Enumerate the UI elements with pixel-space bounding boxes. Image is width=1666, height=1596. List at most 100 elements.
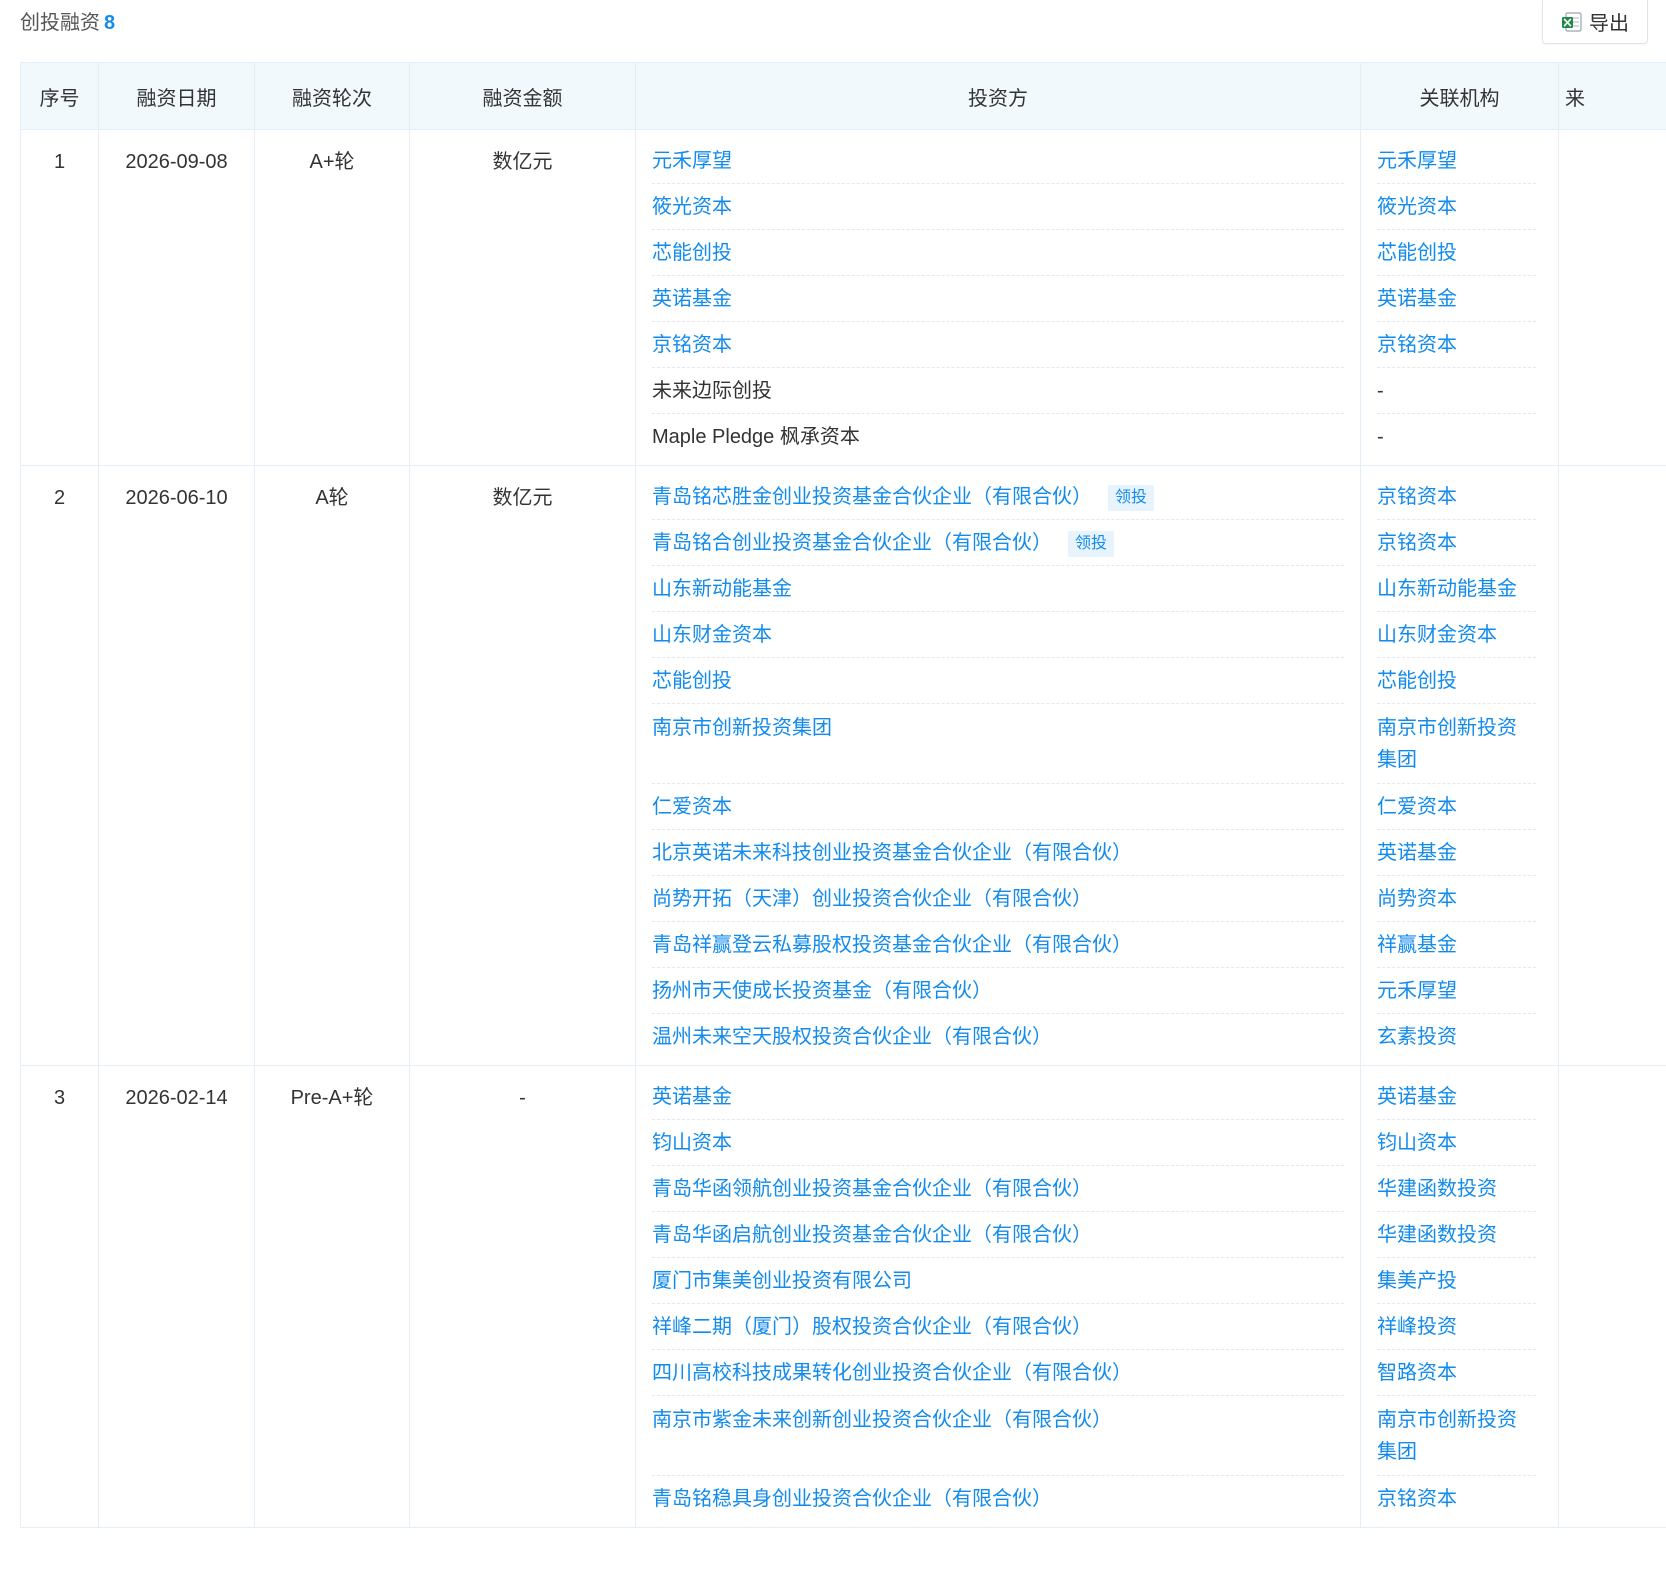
investor-link[interactable]: 厦门市集美创业投资有限公司 (652, 1270, 912, 1292)
related-org-link[interactable]: 华建函数投资 (1377, 1178, 1497, 1200)
related-org-link[interactable]: 英诺基金 (1377, 1086, 1457, 1108)
related-org-link[interactable]: 祥峰投资 (1377, 1316, 1457, 1338)
investor-link[interactable]: 青岛华函启航创业投资基金合伙企业（有限合伙） (652, 1224, 1092, 1246)
investor-item: 青岛铭合创业投资基金合伙企业（有限合伙） 领投 (652, 520, 1344, 566)
export-button[interactable]: 导出 (1542, 0, 1648, 44)
investor-link[interactable]: 青岛华函领航创业投资基金合伙企业（有限合伙） (652, 1178, 1092, 1200)
related-org-link[interactable]: 京铭资本 (1377, 1488, 1457, 1510)
investor-link[interactable]: 温州未来空天股权投资合伙企业（有限合伙） (652, 1026, 1052, 1048)
related-org-link[interactable]: 山东财金资本 (1377, 624, 1497, 646)
investor-item: 祥峰二期（厦门）股权投资合伙企业（有限合伙） (652, 1304, 1344, 1350)
investor-item: 芯能创投 (652, 658, 1344, 704)
investor-item: 青岛华函启航创业投资基金合伙企业（有限合伙） (652, 1212, 1344, 1258)
investor-item: 山东财金资本 (652, 612, 1344, 658)
col-header-source: 来 (1558, 62, 1666, 130)
related-org-item: 京铭资本 (1377, 474, 1536, 520)
related-org-item: 芯能创投 (1377, 230, 1536, 276)
investors-cell: 青岛铭芯胜金创业投资基金合伙企业（有限合伙） 领投 青岛铭合创业投资基金合伙企业（有… (635, 465, 1361, 1066)
investor-link[interactable]: 京铭资本 (652, 334, 732, 356)
related-org-link[interactable]: 集美产投 (1377, 1270, 1457, 1292)
related-org-link[interactable]: 尚势资本 (1377, 888, 1457, 910)
export-label: 导出 (1589, 13, 1629, 35)
investor-link[interactable]: 扬州市天使成长投资基金（有限合伙） (652, 980, 992, 1002)
investor-link[interactable]: 筱光资本 (652, 196, 732, 218)
related-org-link[interactable]: 山东新动能基金 (1377, 578, 1517, 600)
investor-link[interactable]: 山东财金资本 (652, 624, 772, 646)
related-org-link[interactable]: 玄素投资 (1377, 1026, 1457, 1048)
investor-link[interactable]: 山东新动能基金 (652, 578, 792, 600)
investor-item: 南京市紫金未来创新创业投资合伙企业（有限合伙） (652, 1396, 1344, 1476)
investor-link[interactable]: 英诺基金 (652, 1086, 732, 1108)
investor-link[interactable]: 青岛铭稳具身创业投资合伙企业（有限合伙） (652, 1488, 1052, 1510)
related-org-item: 京铭资本 (1377, 322, 1536, 368)
investor-item: 钧山资本 (652, 1120, 1344, 1166)
related-org-link[interactable]: 芯能创投 (1377, 242, 1457, 264)
round-name: A+轮 (254, 129, 410, 466)
investor-item: 扬州市天使成长投资基金（有限合伙） (652, 968, 1344, 1014)
related-org-item: 华建函数投资 (1377, 1212, 1536, 1258)
related-org-link[interactable]: 华建函数投资 (1377, 1224, 1497, 1246)
related-org-link[interactable]: 英诺基金 (1377, 288, 1457, 310)
investor-link[interactable]: 钧山资本 (652, 1132, 732, 1154)
related-org-link[interactable]: 英诺基金 (1377, 842, 1457, 864)
related-org-link[interactable]: 钧山资本 (1377, 1132, 1457, 1154)
related-org-cell: 英诺基金钧山资本华建函数投资 华建函数投资 集美产投祥峰投资智路资本南京市创新投资集… (1360, 1065, 1559, 1528)
related-org-link[interactable]: 京铭资本 (1377, 486, 1457, 508)
table-row: 1 2026-09-08 A+轮 数亿元 元禾厚望 筱光资本 芯能创投 英诺基金 京铭资本 未来边… (20, 129, 1666, 466)
related-org-cell: 元禾厚望 筱光资本 芯能创投 英诺基金 京铭资本 - - (1360, 129, 1559, 466)
table-row: 2 2026-06-10 A轮 数亿元 青岛铭芯胜金创业投资基金合伙企业（有限合伙） 领投… (20, 465, 1666, 1066)
table-header-row: 序号 融资日期 融资轮次 融资金额 投资方 关联机构 来 (20, 62, 1666, 130)
related-org-link[interactable]: 京铭资本 (1377, 334, 1457, 356)
round-amount: 数亿元 (409, 465, 636, 1066)
related-org-item: 京铭资本 (1377, 520, 1536, 566)
related-org-item: 英诺基金 (1377, 1074, 1536, 1120)
financing-table-wrapper[interactable]: 序号 融资日期 融资轮次 融资金额 投资方 关联机构 来 1 2026-09-08… (20, 62, 1666, 1596)
round-name: A轮 (254, 465, 410, 1066)
round-amount: - (409, 1065, 636, 1528)
related-org-link[interactable]: 京铭资本 (1377, 532, 1457, 554)
investor-link[interactable]: 青岛铭合创业投资基金合伙企业（有限合伙） (652, 532, 1052, 554)
related-org-item: 玄素投资 (1377, 1014, 1536, 1059)
related-org-link[interactable]: 祥赢基金 (1377, 934, 1457, 956)
source-cell (1558, 129, 1666, 466)
related-org-item: 祥峰投资 (1377, 1304, 1536, 1350)
investor-item: 筱光资本 (652, 184, 1344, 230)
round-index: 1 (20, 129, 99, 466)
investor-link[interactable]: 青岛铭芯胜金创业投资基金合伙企业（有限合伙） (652, 486, 1092, 508)
investor-link[interactable]: 英诺基金 (652, 288, 732, 310)
related-org-link[interactable]: 元禾厚望 (1377, 980, 1457, 1002)
related-org-link[interactable]: 智路资本 (1377, 1362, 1457, 1384)
related-org-link[interactable]: 筱光资本 (1377, 196, 1457, 218)
row-spacer (652, 744, 1344, 776)
investor-link[interactable]: 芯能创投 (652, 670, 732, 692)
related-org-link[interactable]: 仁爱资本 (1377, 796, 1457, 818)
related-org-link[interactable]: 南京市创新投资集团 (1377, 717, 1517, 771)
section-count: 8 (104, 12, 116, 34)
round-amount: 数亿元 (409, 129, 636, 466)
section-title: 创投融资 8 (20, 10, 115, 36)
related-org-item: 尚势资本 (1377, 876, 1536, 922)
investor-item: 未来边际创投 (652, 368, 1344, 414)
investor-link[interactable]: 尚势开拓（天津）创业投资合伙企业（有限合伙） (652, 888, 1092, 910)
excel-icon (1561, 11, 1583, 33)
related-org-link[interactable]: 元禾厚望 (1377, 150, 1457, 172)
investor-link[interactable]: 元禾厚望 (652, 150, 732, 172)
investor-link[interactable]: 四川高校科技成果转化创业投资合伙企业（有限合伙） (652, 1362, 1132, 1384)
related-org-link[interactable]: 南京市创新投资集团 (1377, 1409, 1517, 1463)
investor-item: 四川高校科技成果转化创业投资合伙企业（有限合伙） (652, 1350, 1344, 1396)
investor-item: Maple Pledge 枫承资本 (652, 414, 1344, 459)
round-name: Pre-A+轮 (254, 1065, 410, 1528)
related-org-link[interactable]: 芯能创投 (1377, 670, 1457, 692)
related-org-item: 集美产投 (1377, 1258, 1536, 1304)
investor-link[interactable]: 芯能创投 (652, 242, 732, 264)
investor-link[interactable]: 南京市紫金未来创新创业投资合伙企业（有限合伙） (652, 1409, 1112, 1431)
investor-link[interactable]: 青岛祥赢登云私募股权投资基金合伙企业（有限合伙） (652, 934, 1132, 956)
investor-item: 元禾厚望 (652, 138, 1344, 184)
investor-link[interactable]: 南京市创新投资集团 (652, 717, 832, 739)
investor-link[interactable]: 仁爱资本 (652, 796, 732, 818)
investor-link[interactable]: 祥峰二期（厦门）股权投资合伙企业（有限合伙） (652, 1316, 1092, 1338)
col-header-amount: 融资金额 (409, 62, 636, 130)
related-org-item: 华建函数投资 (1377, 1166, 1536, 1212)
investor-item: 山东新动能基金 (652, 566, 1344, 612)
investor-link[interactable]: 北京英诺未来科技创业投资基金合伙企业（有限合伙） (652, 842, 1132, 864)
